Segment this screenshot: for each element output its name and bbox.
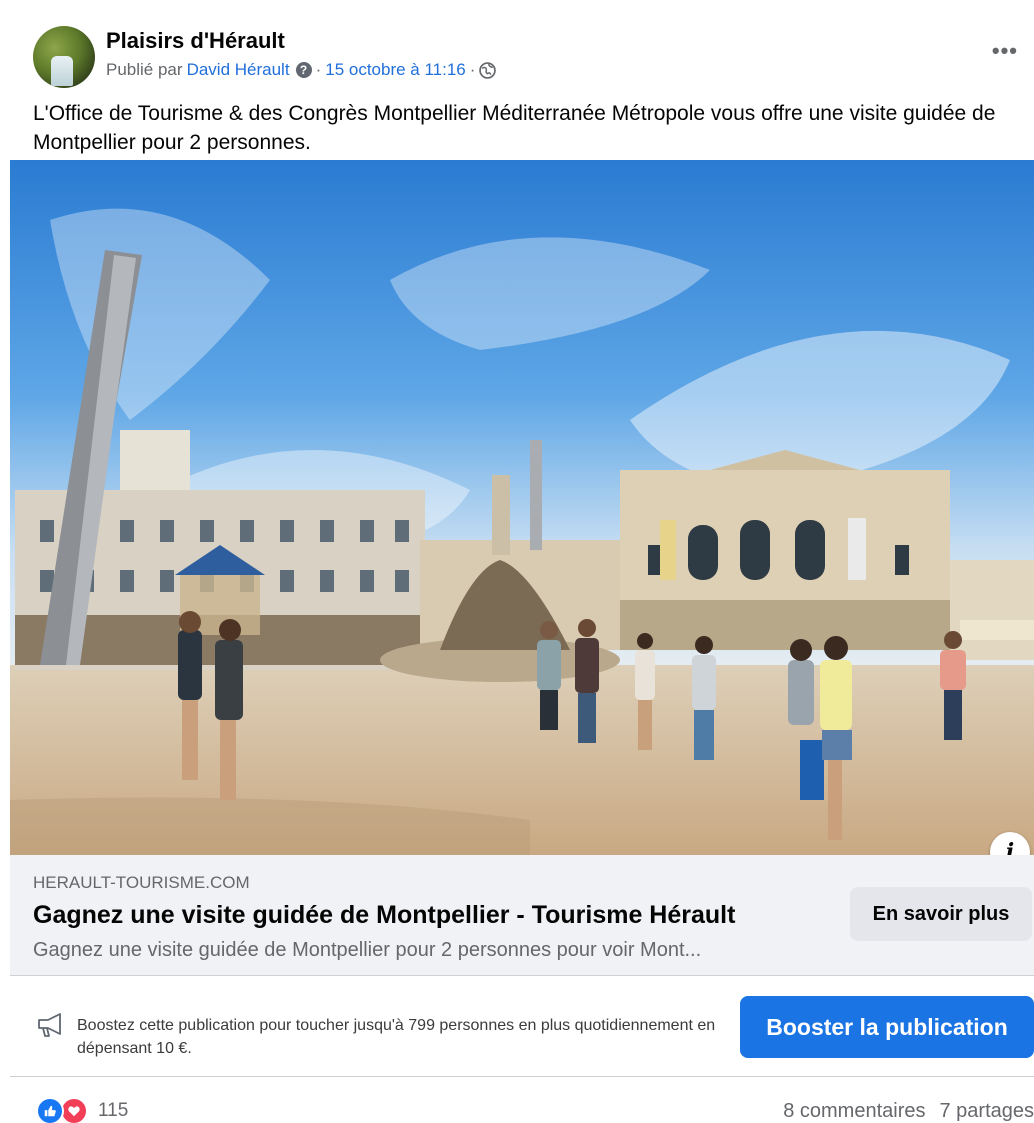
link-description: Gagnez une visite guidée de Montpellier … [33, 939, 702, 961]
shares-count-link[interactable]: 7 partages [939, 1100, 1034, 1123]
like-icon [36, 1097, 64, 1123]
love-icon [60, 1097, 88, 1123]
reaction-summary[interactable]: 115 [36, 1096, 128, 1123]
meta-separator: · [315, 60, 322, 79]
post-date-link[interactable]: 15 octobre à 11:16 [325, 60, 466, 80]
post-header: Plaisirs d'Hérault Publié par David Héra… [0, 0, 1034, 96]
post-text: L'Office de Tourisme & des Congrès Montp… [33, 102, 996, 154]
link-domain: HERAULT-TOURISME.COM [33, 873, 250, 892]
megaphone-icon [36, 1012, 66, 1038]
link-preview[interactable]: HERAULT-TOURISME.COM Gagnez une visite g… [10, 855, 1034, 975]
boost-post-button[interactable]: Booster la publication [740, 996, 1034, 1058]
learn-more-button[interactable]: En savoir plus [850, 887, 1032, 941]
author-link[interactable]: David Hérault [187, 60, 290, 80]
feed-post: Plaisirs d'Hérault Publié par David Héra… [0, 0, 1034, 1123]
comments-count-link[interactable]: 8 commentaires [783, 1100, 925, 1123]
page-name[interactable]: Plaisirs d'Hérault [106, 28, 285, 54]
divider [10, 1076, 1034, 1077]
reaction-count: 115 [98, 1100, 129, 1121]
engagement-stats: 8 commentaires 7 partages [783, 1100, 1034, 1123]
globe-icon[interactable] [479, 61, 497, 79]
question-icon[interactable]: ? [295, 62, 312, 78]
post-meta: Publié par David Hérault ? · 15 octobre … [106, 60, 497, 80]
post-photo[interactable] [10, 160, 1034, 855]
published-by-label: Publié par [106, 60, 183, 79]
more-options-icon[interactable]: ••• [992, 38, 1018, 64]
link-title[interactable]: Gagnez une visite guidée de Montpellier … [33, 901, 735, 930]
boost-description: Boostez cette publication pour toucher j… [77, 1017, 716, 1057]
avatar-waterfall [51, 56, 73, 86]
place-de-la-comedie-photo [10, 160, 1034, 855]
divider [10, 975, 1034, 976]
meta-separator-2: · [469, 60, 476, 79]
page-avatar[interactable] [33, 26, 95, 88]
